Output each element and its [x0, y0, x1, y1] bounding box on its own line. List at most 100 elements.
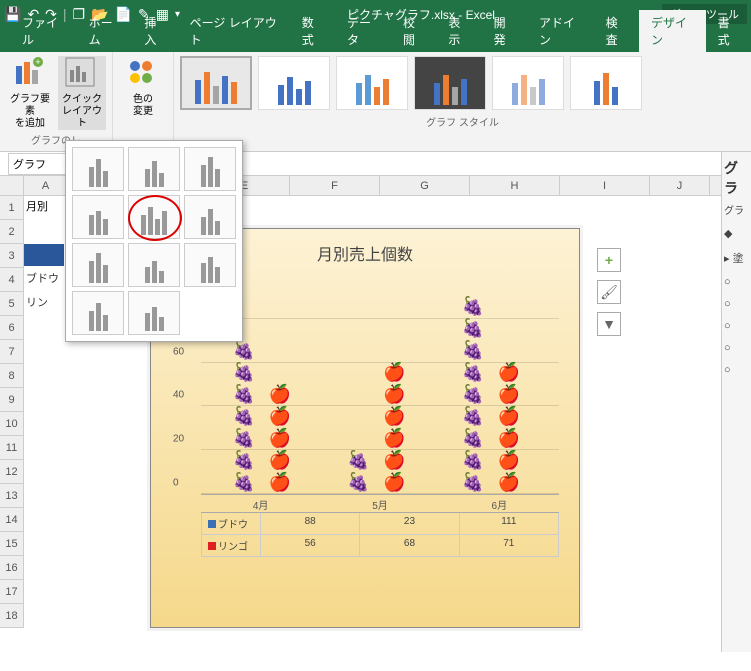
layout-option-1[interactable]	[72, 147, 124, 191]
layout-option-5[interactable]	[128, 195, 180, 239]
row-10[interactable]: 10	[0, 412, 24, 436]
group-styles-label: グラフ スタイル	[180, 114, 745, 129]
series-apple-may[interactable]: 🍎🍎🍎🍎🍎🍎	[380, 362, 408, 494]
cell-a4[interactable]: ブドウ	[26, 270, 59, 286]
xlabel-jun: 6月	[440, 497, 559, 512]
ribbon-tabs: ファイル ホーム 挿入 ページ レイアウト 数式 データ 校閲 表示 開発 アド…	[0, 28, 751, 52]
format-pane-sub: グラ	[724, 202, 749, 217]
row-5[interactable]: 5	[0, 292, 24, 316]
dt-apple-apr: 56	[261, 535, 360, 556]
series-grape-jun[interactable]: 🍇🍇🍇🍇🍇🍇🍇🍇🍇	[459, 296, 487, 494]
format-fill-icon[interactable]: ◆	[724, 227, 749, 240]
chart-style-4[interactable]	[414, 56, 486, 110]
cell-a1[interactable]: 月別	[26, 198, 48, 214]
row-8[interactable]: 8	[0, 364, 24, 388]
row-11[interactable]: 11	[0, 436, 24, 460]
row-17[interactable]: 17	[0, 580, 24, 604]
layout-option-2[interactable]	[128, 147, 180, 191]
row-3[interactable]: 3	[0, 244, 24, 268]
row-headers: 1 2 3 4 5 6 7 8 9 10 11 12 13 14 15 16 1…	[0, 196, 24, 628]
format-radio-2[interactable]: ○	[724, 298, 749, 310]
row-9[interactable]: 9	[0, 388, 24, 412]
format-pane-title: グラ	[724, 158, 749, 198]
series-apple-apr[interactable]: 🍎🍎🍎🍎🍎	[265, 384, 293, 494]
tab-addins[interactable]: アドイン	[527, 10, 594, 52]
series-grape-apr[interactable]: 🍇🍇🍇🍇🍇🍇🍇	[230, 340, 258, 494]
tab-format[interactable]: 書式	[706, 10, 751, 52]
add-chart-element-button[interactable]: + グラフ要素 を追加	[6, 56, 54, 130]
layout-option-11[interactable]	[128, 291, 180, 335]
chart-style-1[interactable]	[180, 56, 252, 110]
dt-series-grape: ブドウ	[201, 513, 261, 534]
layout-option-9[interactable]	[184, 243, 236, 287]
legend-dot-grape	[208, 520, 216, 528]
row-4[interactable]: 4	[0, 268, 24, 292]
chart-styles-button[interactable]: 🖌	[597, 280, 621, 304]
layout-option-7[interactable]	[72, 243, 124, 287]
change-colors-button[interactable]: 色の 変更	[119, 56, 167, 118]
row-7[interactable]: 7	[0, 340, 24, 364]
tab-insert[interactable]: 挿入	[132, 10, 177, 52]
tab-review[interactable]: 校閲	[391, 10, 436, 52]
chart-filter-button[interactable]: ▼	[597, 312, 621, 336]
tab-home[interactable]: ホーム	[77, 10, 133, 52]
dt-apple-jun: 71	[460, 535, 559, 556]
group-chart-styles: グラフ スタイル	[174, 52, 751, 151]
chart-style-2[interactable]	[258, 56, 330, 110]
chart-style-5[interactable]	[492, 56, 564, 110]
row-2[interactable]: 2	[0, 220, 24, 244]
col-g[interactable]: G	[380, 176, 470, 195]
format-radio-3[interactable]: ○	[724, 320, 749, 332]
chart-style-6[interactable]	[570, 56, 642, 110]
row-1[interactable]: 1	[0, 196, 24, 220]
tab-formulas[interactable]: 数式	[290, 10, 335, 52]
chart-elements-button[interactable]: +	[597, 248, 621, 272]
layout-option-6[interactable]	[184, 195, 236, 239]
tab-pagelayout[interactable]: ページ レイアウト	[178, 10, 290, 52]
quick-layout-button[interactable]: クイック レイアウト	[58, 56, 106, 130]
row-13[interactable]: 13	[0, 484, 24, 508]
format-radio-5[interactable]: ○	[724, 364, 749, 376]
row-6[interactable]: 6	[0, 316, 24, 340]
group-colors: 色の 変更	[113, 52, 174, 151]
format-radio-4[interactable]: ○	[724, 342, 749, 354]
col-h[interactable]: H	[470, 176, 560, 195]
tab-developer[interactable]: 開発	[482, 10, 527, 52]
tab-file[interactable]: ファイル	[10, 10, 77, 52]
layout-option-10[interactable]	[72, 291, 124, 335]
layout-option-3[interactable]	[184, 147, 236, 191]
row-15[interactable]: 15	[0, 532, 24, 556]
row-14[interactable]: 14	[0, 508, 24, 532]
col-i[interactable]: I	[560, 176, 650, 195]
format-radio-1[interactable]: ○	[724, 276, 749, 288]
format-pane[interactable]: グラ グラ ◆ ▸ 塗 ○ ○ ○ ○ ○	[721, 152, 751, 652]
ytick-40: 40	[173, 390, 184, 401]
xlabel-apr: 4月	[201, 497, 320, 512]
row-18[interactable]: 18	[0, 604, 24, 628]
tab-view[interactable]: 表示	[436, 10, 481, 52]
col-a[interactable]: A	[24, 176, 68, 195]
chart-plot-area[interactable]: 0 20 40 60 80 🍇🍇🍇🍇🍇🍇🍇 🍎🍎🍎🍎🍎 🍇🍇 🍎🍎🍎🍎🍎🍎 🍇🍇…	[201, 275, 559, 495]
name-box[interactable]: グラフ	[8, 153, 66, 175]
series-grape-may[interactable]: 🍇🍇	[344, 450, 372, 494]
col-f[interactable]: F	[290, 176, 380, 195]
cell-a3-selected[interactable]	[24, 244, 64, 266]
col-j[interactable]: J	[650, 176, 710, 195]
format-option-1[interactable]: ▸ 塗	[724, 250, 749, 266]
format-pane-options: ◆ ▸ 塗 ○ ○ ○ ○ ○	[724, 227, 749, 376]
cell-a5[interactable]: リン	[26, 294, 48, 310]
layout-option-8[interactable]	[128, 243, 180, 287]
tab-inspect[interactable]: 検査	[594, 10, 639, 52]
ytick-0: 0	[173, 478, 179, 489]
row-12[interactable]: 12	[0, 460, 24, 484]
row-16[interactable]: 16	[0, 556, 24, 580]
series-apple-jun[interactable]: 🍎🍎🍎🍎🍎🍎	[495, 362, 523, 494]
chart-style-3[interactable]	[336, 56, 408, 110]
tab-design[interactable]: デザイン	[639, 10, 706, 52]
chart-x-labels: 4月 5月 6月	[201, 497, 559, 512]
layout-option-4[interactable]	[72, 195, 124, 239]
legend-dot-apple	[208, 542, 216, 550]
tab-data[interactable]: データ	[335, 10, 391, 52]
dt-grape-apr: 88	[261, 513, 360, 534]
ribbon-body: + グラフ要素 を追加 クイック レイアウト グラフのレ 色の 変更 グラフ ス…	[0, 52, 751, 152]
